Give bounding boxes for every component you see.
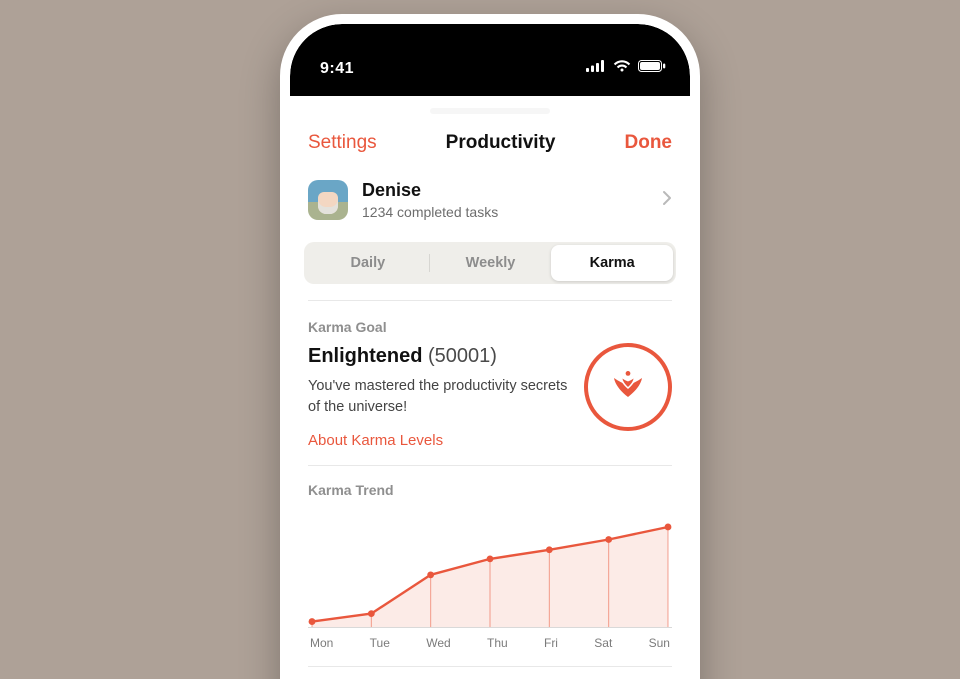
chart-x-label: Mon	[310, 636, 333, 650]
profile-row[interactable]: Denise 1234 completed tasks	[290, 162, 690, 238]
karma-badge-icon	[606, 365, 650, 409]
karma-trend-section: Karma Trend Mon Tue Wed Thu Fri Sat Sun	[290, 466, 690, 650]
status-icons	[586, 60, 666, 72]
about-karma-levels-link[interactable]: About Karma Levels	[308, 432, 570, 449]
nav-bar: Settings Productivity Done	[290, 116, 690, 162]
section-title: Karma Goal	[308, 319, 672, 335]
profile-name: Denise	[362, 180, 648, 202]
cellular-icon	[586, 60, 606, 72]
page-title: Productivity	[446, 132, 556, 154]
tab-label: Daily	[351, 255, 386, 271]
tab-daily[interactable]: Daily	[307, 245, 429, 281]
done-button[interactable]: Done	[625, 132, 673, 154]
battery-icon	[638, 60, 666, 72]
chevron-right-icon	[662, 190, 672, 211]
karma-points: (50001)	[428, 345, 497, 367]
karma-badge	[584, 343, 672, 431]
phone-screen: 9:41 Settings Productivity Don	[290, 24, 690, 679]
status-time: 9:41	[320, 60, 354, 78]
settings-button[interactable]: Settings	[308, 132, 377, 154]
tab-label: Karma	[590, 255, 635, 271]
karma-goal-section: Karma Goal Enlightened (50001) You've ma…	[290, 301, 690, 449]
chart-x-label: Sun	[649, 636, 670, 650]
stage: { "statusbar": { "time": "9:41" }, "nav"…	[0, 0, 960, 679]
karma-goal-title: Enlightened (50001)	[308, 345, 570, 368]
tab-label: Weekly	[466, 255, 516, 271]
karma-level: Enlightened	[308, 345, 422, 367]
avatar	[308, 180, 348, 220]
chart-x-label: Fri	[544, 636, 558, 650]
phone-frame: 9:41 Settings Productivity Don	[280, 14, 700, 679]
status-bar: 9:41	[290, 24, 690, 96]
chart-x-label: Thu	[487, 636, 508, 650]
profile-subtitle: 1234 completed tasks	[362, 204, 648, 220]
segmented-control: Daily Weekly Karma	[304, 242, 676, 284]
chart-x-label: Wed	[426, 636, 450, 650]
chart-x-labels: Mon Tue Wed Thu Fri Sat Sun	[308, 636, 672, 650]
chart-x-label: Tue	[370, 636, 390, 650]
karma-trend-chart	[308, 508, 672, 628]
wifi-icon	[613, 60, 631, 72]
divider	[308, 666, 672, 667]
chart-x-label: Sat	[594, 636, 612, 650]
section-title: Karma Trend	[308, 482, 672, 498]
tab-weekly[interactable]: Weekly	[430, 245, 552, 281]
tab-karma[interactable]: Karma	[551, 245, 673, 281]
karma-goal-description: You've mastered the productivity secrets…	[308, 376, 570, 418]
sheet-handle	[290, 96, 690, 116]
